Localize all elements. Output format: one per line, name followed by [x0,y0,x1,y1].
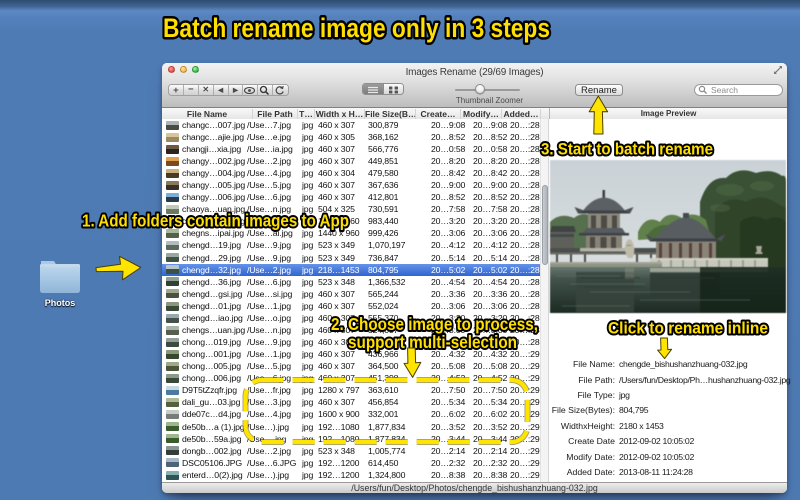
svg-text:Photos: Photos [45,298,76,308]
